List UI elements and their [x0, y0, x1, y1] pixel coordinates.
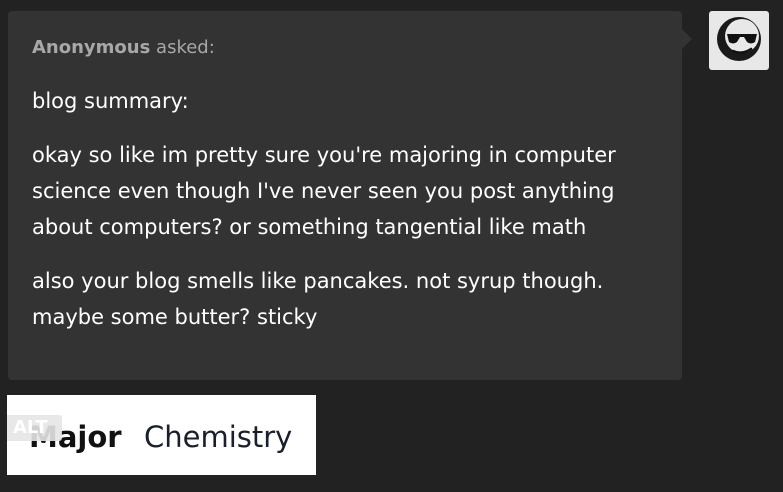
sunglasses-face-icon	[715, 15, 763, 67]
major-value: Chemistry	[144, 420, 293, 454]
ask-paragraph-2: okay so like im pretty sure you're major…	[32, 143, 616, 239]
ask-paragraph-1: blog summary:	[32, 89, 189, 113]
asked-label: asked:	[150, 37, 215, 58]
asker-line: Anonymous asked:	[32, 35, 658, 61]
answer-image[interactable]: Major Chemistry ALT	[7, 395, 316, 475]
post-view: Anonymous asked: blog summary: okay so l…	[0, 0, 783, 492]
avatar[interactable]	[709, 11, 769, 70]
asker-name: Anonymous	[32, 37, 151, 58]
alt-text-button[interactable]: ALT	[7, 415, 62, 441]
ask-bubble: Anonymous asked: blog summary: okay so l…	[8, 11, 692, 380]
ask-paragraph-3: also your blog smells like pancakes. not…	[32, 269, 604, 329]
